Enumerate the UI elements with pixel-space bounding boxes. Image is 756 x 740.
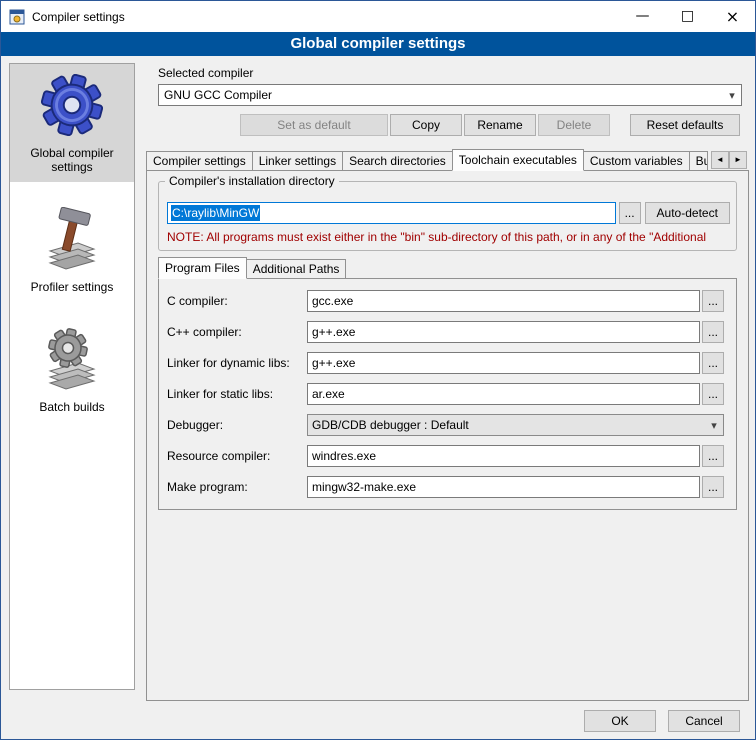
c-compiler-input[interactable]: gcc.exe	[307, 290, 700, 312]
blue-gear-icon	[40, 72, 104, 138]
dynamic-linker-label: Linker for dynamic libs:	[167, 356, 307, 370]
sidebar-item-label: Global compiler settings	[14, 146, 130, 174]
tab-program-files[interactable]: Program Files	[158, 257, 247, 279]
static-linker-input[interactable]: ar.exe	[307, 383, 700, 405]
toolchain-executables-panel: Compiler's installation directory C:\ray…	[146, 170, 749, 701]
resource-compiler-row: Resource compiler: windres.exe ...	[167, 445, 724, 467]
selected-compiler-combobox[interactable]: GNU GCC Compiler ▾	[158, 84, 742, 106]
c-compiler-value: gcc.exe	[312, 294, 353, 308]
cancel-button[interactable]: Cancel	[668, 710, 740, 732]
debugger-row: Debugger: GDB/CDB debugger : Default ▾	[167, 414, 724, 436]
selected-compiler-value: GNU GCC Compiler	[164, 88, 272, 102]
bin-subdirectory-note: NOTE: All programs must exist either in …	[167, 230, 706, 244]
settings-sidebar: Global compiler settings	[9, 63, 135, 690]
debugger-combobox[interactable]: GDB/CDB debugger : Default ▾	[307, 414, 724, 436]
make-program-value: mingw32-make.exe	[312, 480, 416, 494]
cpp-compiler-browse-button[interactable]: ...	[702, 321, 724, 343]
cpp-compiler-value: g++.exe	[312, 325, 355, 339]
cpp-compiler-row: C++ compiler: g++.exe ...	[167, 321, 724, 343]
installation-directory-browse-button[interactable]: ...	[619, 202, 641, 224]
resource-compiler-label: Resource compiler:	[167, 449, 307, 463]
sidebar-item-label: Profiler settings	[31, 280, 114, 294]
sidebar-item-label: Batch builds	[39, 400, 104, 414]
dynamic-linker-browse-button[interactable]: ...	[702, 352, 724, 374]
auto-detect-button[interactable]: Auto-detect	[645, 202, 730, 224]
tab-linker-settings[interactable]: Linker settings	[252, 151, 343, 170]
tab-compiler-settings[interactable]: Compiler settings	[146, 151, 253, 170]
settings-tab-strip: Compiler settings Linker settings Search…	[146, 148, 747, 170]
static-linker-label: Linker for static libs:	[167, 387, 307, 401]
delete-button[interactable]: Delete	[538, 114, 610, 136]
rename-button[interactable]: Rename	[464, 114, 536, 136]
resource-compiler-input[interactable]: windres.exe	[307, 445, 700, 467]
static-linker-row: Linker for static libs: ar.exe ...	[167, 383, 724, 405]
ok-button[interactable]: OK	[584, 710, 656, 732]
installation-directory-input[interactable]: C:\raylib\MinGW	[167, 202, 616, 224]
c-compiler-label: C compiler:	[167, 294, 307, 308]
installation-directory-value: C:\raylib\MinGW	[171, 205, 260, 221]
page-title: Global compiler settings	[1, 32, 755, 56]
tab-scroll-left-icon[interactable]: ◄	[711, 151, 729, 169]
static-linker-browse-button[interactable]: ...	[702, 383, 724, 405]
maximize-icon[interactable]: □	[665, 1, 710, 32]
gray-gear-stack-icon	[40, 326, 104, 392]
dynamic-linker-input[interactable]: g++.exe	[307, 352, 700, 374]
program-files-panel: C compiler: gcc.exe ... C++ compiler: g+…	[158, 278, 737, 510]
installation-directory-group: Compiler's installation directory C:\ray…	[158, 181, 737, 251]
minimize-icon[interactable]: —	[620, 1, 665, 32]
compiler-settings-dialog: Compiler settings — □ × Global compiler …	[0, 0, 756, 740]
make-program-input[interactable]: mingw32-make.exe	[307, 476, 700, 498]
tab-scroll-controls: ◄ ►	[711, 151, 747, 169]
tab-toolchain-executables[interactable]: Toolchain executables	[452, 149, 584, 171]
c-compiler-browse-button[interactable]: ...	[702, 290, 724, 312]
static-linker-value: ar.exe	[312, 387, 345, 401]
set-as-default-button[interactable]: Set as default	[240, 114, 388, 136]
installation-directory-row: C:\raylib\MinGW ... Auto-detect	[167, 202, 730, 224]
sidebar-item-profiler-settings[interactable]: Profiler settings	[10, 198, 134, 302]
make-program-label: Make program:	[167, 480, 307, 494]
close-icon[interactable]: ×	[710, 1, 755, 32]
copy-button[interactable]: Copy	[390, 114, 462, 136]
tab-build-options-truncated[interactable]: Buil	[689, 151, 708, 170]
tab-search-directories[interactable]: Search directories	[342, 151, 453, 170]
debugger-label: Debugger:	[167, 418, 307, 432]
titlebar: Compiler settings — □ ×	[1, 1, 755, 32]
tab-custom-variables[interactable]: Custom variables	[583, 151, 690, 170]
make-program-browse-button[interactable]: ...	[702, 476, 724, 498]
c-compiler-row: C compiler: gcc.exe ...	[167, 290, 724, 312]
profiler-hammer-icon	[40, 206, 104, 272]
dynamic-linker-row: Linker for dynamic libs: g++.exe ...	[167, 352, 724, 374]
app-icon	[9, 9, 25, 25]
installation-directory-group-title: Compiler's installation directory	[165, 174, 339, 188]
make-program-row: Make program: mingw32-make.exe ...	[167, 476, 724, 498]
cpp-compiler-label: C++ compiler:	[167, 325, 307, 339]
chevron-down-icon[interactable]: ▾	[723, 89, 741, 102]
sidebar-item-global-compiler-settings[interactable]: Global compiler settings	[10, 64, 134, 182]
resource-compiler-browse-button[interactable]: ...	[702, 445, 724, 467]
selected-compiler-label: Selected compiler	[158, 66, 253, 80]
program-files-tab-strip: Program Files Additional Paths	[158, 257, 345, 278]
cpp-compiler-input[interactable]: g++.exe	[307, 321, 700, 343]
debugger-value: GDB/CDB debugger : Default	[312, 418, 469, 432]
sidebar-item-batch-builds[interactable]: Batch builds	[10, 318, 134, 422]
tab-scroll-right-icon[interactable]: ►	[729, 151, 747, 169]
chevron-down-icon[interactable]: ▾	[705, 419, 723, 432]
compiler-action-buttons: Set as default Copy Rename Delete Reset …	[158, 114, 740, 136]
resource-compiler-value: windres.exe	[312, 449, 376, 463]
reset-defaults-button[interactable]: Reset defaults	[630, 114, 740, 136]
dialog-content: Global compiler settings	[1, 56, 755, 740]
window-title: Compiler settings	[32, 10, 620, 24]
dynamic-linker-value: g++.exe	[312, 356, 355, 370]
tab-additional-paths[interactable]: Additional Paths	[246, 259, 347, 278]
